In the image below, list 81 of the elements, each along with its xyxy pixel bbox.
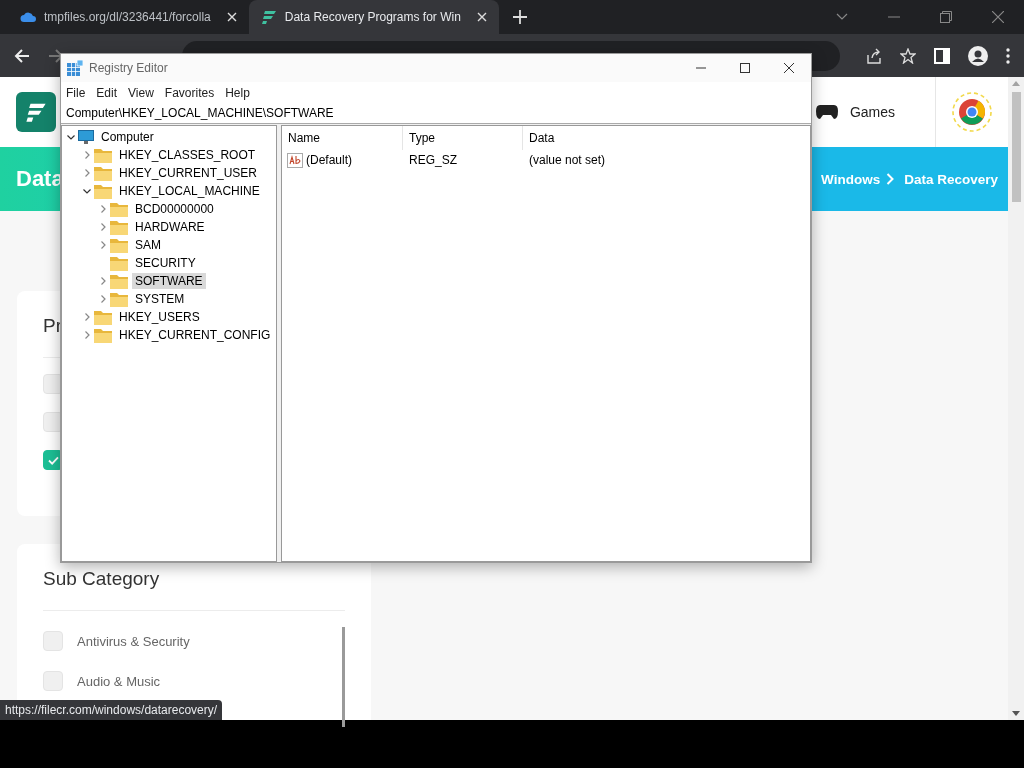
column-header[interactable]: Type xyxy=(403,126,523,150)
star-icon[interactable] xyxy=(900,47,916,64)
string-value-icon xyxy=(287,152,303,168)
plus-icon[interactable] xyxy=(512,10,527,24)
restore-icon[interactable] xyxy=(940,11,952,23)
window-title: Registry Editor xyxy=(89,61,168,75)
gamepad-icon xyxy=(815,105,838,119)
chevron-down-icon[interactable] xyxy=(66,132,76,142)
sidebar-icon[interactable] xyxy=(934,47,950,64)
folder-icon xyxy=(110,255,128,271)
menu-item[interactable]: File xyxy=(66,86,86,100)
site-logo[interactable] xyxy=(16,92,56,132)
link-status-tooltip: https://filecr.com/windows/datarecovery/ xyxy=(0,700,223,720)
chevron-right-icon[interactable] xyxy=(98,222,108,232)
chevron-down-icon[interactable] xyxy=(82,186,92,196)
tree-item[interactable]: SAM xyxy=(132,237,164,253)
menu-item[interactable]: Help xyxy=(225,86,250,100)
folder-icon xyxy=(94,309,112,325)
scrollbar[interactable] xyxy=(1008,77,1024,720)
chevron-right-icon[interactable] xyxy=(82,150,92,160)
chevron-right-icon[interactable] xyxy=(98,240,108,250)
checkbox-label[interactable]: Audio & Music xyxy=(77,673,161,689)
share-icon[interactable] xyxy=(866,47,882,64)
chevron-right-icon[interactable] xyxy=(82,168,92,178)
table-cell-text: (value not set) xyxy=(528,153,606,167)
chevron-right-icon[interactable] xyxy=(82,330,92,340)
tree-item[interactable]: HKEY_CURRENT_CONFIG xyxy=(116,327,274,343)
more-icon[interactable] xyxy=(1006,47,1010,64)
menu-item[interactable]: Edit xyxy=(96,86,118,100)
folder-icon xyxy=(110,273,128,289)
folder-icon xyxy=(94,147,112,163)
tree-item[interactable]: SYSTEM xyxy=(132,291,188,307)
chevron-right-icon[interactable] xyxy=(98,276,108,286)
tree-item[interactable]: Computer xyxy=(98,129,157,145)
profile-icon[interactable] xyxy=(968,45,988,66)
tree-item[interactable]: HKEY_CLASSES_ROOT xyxy=(116,147,259,163)
chevron-right-icon[interactable] xyxy=(98,204,108,214)
card-title: Pr xyxy=(43,315,62,337)
folder-icon xyxy=(110,237,128,253)
chevron-right-icon xyxy=(886,173,895,185)
tree-item[interactable]: SOFTWARE xyxy=(132,273,206,289)
folder-icon xyxy=(110,201,128,217)
folder-icon xyxy=(94,165,112,181)
chevron-right-icon[interactable] xyxy=(82,312,92,322)
folder-icon xyxy=(94,183,112,199)
checkbox-label[interactable]: Antivirus & Security xyxy=(77,633,190,649)
scrollbar-thumb[interactable] xyxy=(1011,92,1021,202)
chrome-logo-icon[interactable] xyxy=(952,92,992,132)
checkmark-icon xyxy=(47,455,59,465)
tree-item[interactable]: HKEY_USERS xyxy=(116,309,203,325)
menu-item[interactable]: View xyxy=(128,86,154,100)
card-title: Sub Category xyxy=(43,568,160,590)
scroll-up-icon[interactable] xyxy=(1012,81,1020,86)
scrollbar[interactable] xyxy=(342,627,345,727)
tree-item[interactable]: HARDWARE xyxy=(132,219,208,235)
tree-item[interactable]: SECURITY xyxy=(132,255,199,271)
tree-item[interactable]: BCD00000000 xyxy=(132,201,217,217)
path-field[interactable]: Computer\HKEY_LOCAL_MACHINE\SOFTWARE xyxy=(61,104,811,124)
tree-item[interactable]: HKEY_LOCAL_MACHINE xyxy=(116,183,263,199)
folder-icon xyxy=(94,327,112,343)
table-cell: (Default) xyxy=(306,153,352,167)
menu-item[interactable]: Favorites xyxy=(164,86,215,100)
chevron-right-icon[interactable] xyxy=(98,294,108,304)
browser-tab[interactable]: tmpfiles.org/dl/3236441/forcolla xyxy=(8,0,249,34)
folder-icon xyxy=(110,291,128,307)
column-header[interactable]: Name xyxy=(282,126,403,150)
logo-icon xyxy=(260,9,277,25)
registry-icon xyxy=(67,60,83,76)
back-arrow-icon[interactable] xyxy=(14,47,30,64)
table-cell-text: REG_SZ xyxy=(408,153,458,167)
close-icon[interactable] xyxy=(784,63,794,73)
cloud-icon xyxy=(20,11,36,23)
scroll-down-icon[interactable] xyxy=(1012,711,1020,716)
computer-icon xyxy=(78,129,94,145)
tree-item[interactable]: HKEY_CURRENT_USER xyxy=(116,165,261,181)
checkbox[interactable] xyxy=(43,450,63,470)
nav-link[interactable]: Games xyxy=(849,104,895,120)
column-header[interactable]: Data xyxy=(523,126,673,150)
folder-icon xyxy=(110,219,128,235)
maximize-icon[interactable] xyxy=(740,63,750,73)
browser-tab[interactable]: Data Recovery Programs for Win xyxy=(248,0,499,34)
